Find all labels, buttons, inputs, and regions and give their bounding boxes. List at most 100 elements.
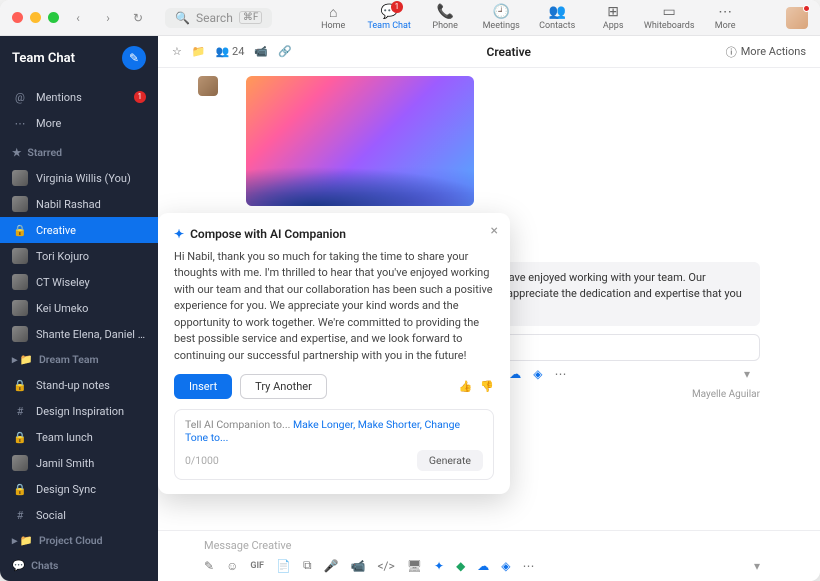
cloud-icon[interactable]: ☁ (509, 367, 521, 381)
author-avatar (198, 76, 218, 96)
more-icon[interactable]: ⋯ (523, 559, 535, 573)
avatar-icon (12, 196, 28, 212)
image-attachment[interactable] (246, 76, 474, 206)
tab-apps[interactable]: ⊞Apps (585, 4, 641, 31)
thumbs-up-icon[interactable]: 👍 (459, 380, 473, 393)
channel-title: Creative (302, 45, 716, 59)
section-chats[interactable]: 💬 Chats (0, 553, 158, 578)
popup-close[interactable]: × (491, 223, 498, 239)
format-icon[interactable]: ✎ (204, 559, 214, 573)
avatar-icon (12, 455, 28, 471)
sidebar-item-social[interactable]: #Social (0, 502, 158, 528)
sidebar-item-shante-elena-daniel-[interactable]: Shante Elena, Daniel Bow... (0, 321, 158, 347)
nav-forward[interactable]: › (97, 7, 119, 29)
folder-icon: ▸ 📁 (12, 534, 33, 547)
drive-icon[interactable]: ◆ (456, 559, 465, 573)
cloud-icon[interactable]: ☁ (477, 559, 489, 573)
thumbs-down-icon[interactable]: 👎 (480, 380, 494, 393)
avatar-icon (12, 248, 28, 264)
section-dreamteam[interactable]: ▸ 📁 Dream Team (0, 347, 158, 372)
tab-more[interactable]: ⋯More (697, 4, 753, 31)
tab-home[interactable]: ⌂Home (305, 4, 361, 31)
composer-input[interactable]: Message Creative (204, 535, 760, 556)
nav-back[interactable]: ‹ (67, 7, 89, 29)
more-icon[interactable]: ⋯ (555, 367, 567, 381)
app-icon[interactable]: ◈ (501, 559, 510, 573)
history-icon[interactable]: ↻ (127, 7, 149, 29)
sidebar-item-creative[interactable]: 🔒Creative (0, 217, 158, 243)
insert-button[interactable]: Insert (174, 374, 232, 399)
sidebar-item-design-sync[interactable]: 🔒Design Sync (0, 476, 158, 502)
tab-phone[interactable]: 📞Phone (417, 4, 473, 31)
sparkle-icon[interactable]: ✦ (434, 559, 444, 573)
star-icon[interactable]: ☆ (172, 45, 182, 58)
compose-button[interactable]: ✎ (122, 46, 146, 70)
lock-icon: 🔒 (12, 222, 28, 238)
info-icon: ⓘ (726, 44, 737, 60)
chat-icon: 💬 (12, 559, 25, 572)
ai-companion-popup: × ✦ Compose with AI Companion Hi Nabil, t… (158, 213, 510, 495)
sidebar-item-tori-kojuro[interactable]: Tori Kojuro (0, 243, 158, 269)
ai-generated-text: Hi Nabil, thank you so much for taking t… (174, 249, 494, 365)
emoji-icon[interactable]: ☺ (226, 559, 238, 573)
search-input[interactable]: 🔍 Search ⌘F (165, 8, 272, 28)
avatar-icon (12, 170, 28, 186)
sidebar-item-jamil-smith[interactable]: Jamil Smith (0, 450, 158, 476)
make-longer-button[interactable]: Make Longer, (293, 418, 355, 431)
video-icon[interactable]: 📹 (254, 45, 268, 58)
at-icon: @ (12, 89, 28, 105)
code-icon[interactable]: </> (377, 559, 394, 573)
section-projectcloud[interactable]: ▸ 📁 Project Cloud (0, 528, 158, 553)
hash-icon: # (12, 507, 28, 523)
sidebar-item-ct-wiseley[interactable]: CT Wiseley (0, 269, 158, 295)
tab-meetings[interactable]: 🕘Meetings (473, 4, 529, 31)
screen-icon[interactable]: 🖥 (407, 559, 422, 573)
window-minimize[interactable] (30, 12, 41, 23)
sidebar-title[interactable]: Team Chat (12, 51, 75, 66)
video-icon[interactable]: 📹 (350, 559, 365, 573)
sidebar-item-virginia-willis-you-[interactable]: Virginia Willis (You) (0, 165, 158, 191)
pin-icon[interactable]: 📁 (192, 45, 206, 58)
window-close[interactable] (12, 12, 23, 23)
tab-team-chat[interactable]: 💬Team Chat1 (361, 4, 417, 31)
sidebar-item-design-inspiration[interactable]: #Design Inspiration (0, 398, 158, 424)
search-icon: 🔍 (175, 11, 190, 25)
folder-icon: ▸ 📁 (12, 353, 33, 366)
sidebar-item-nabil-rashad[interactable]: Nabil Rashad (0, 191, 158, 217)
tab-whiteboards[interactable]: ▭Whiteboards (641, 4, 697, 31)
window-maximize[interactable] (48, 12, 59, 23)
sidebar-item-stand-up-notes[interactable]: 🔒Stand-up notes (0, 372, 158, 398)
star-icon: ★ (12, 146, 21, 159)
sidebar-item-kei-umeko[interactable]: Kei Umeko (0, 295, 158, 321)
profile-avatar[interactable] (786, 7, 808, 29)
avatar-icon (12, 300, 28, 316)
screenshot-icon[interactable]: ⧉ (303, 558, 312, 573)
lock-icon: 🔒 (12, 429, 28, 445)
app-icon[interactable]: ◈ (533, 367, 542, 381)
sparkle-icon: ✦ (174, 227, 184, 241)
make-shorter-button[interactable]: Make Shorter, (358, 418, 422, 431)
sidebar-mentions[interactable]: @ Mentions 1 (0, 84, 158, 110)
filter-icon[interactable]: ▾ (754, 559, 760, 573)
gif-button[interactable]: GIF (250, 561, 264, 571)
filter-icon[interactable]: ▾ (744, 367, 750, 381)
more-icon: ⋯ (12, 115, 28, 131)
avatar-icon (12, 326, 28, 342)
audio-icon[interactable]: 🎤 (324, 559, 339, 573)
generate-button[interactable]: Generate (417, 450, 483, 471)
tab-contacts[interactable]: 👥Contacts (529, 4, 585, 31)
popup-title: Compose with AI Companion (190, 227, 346, 241)
sidebar-item-team-lunch[interactable]: 🔒Team lunch (0, 424, 158, 450)
file-icon[interactable]: 📄 (276, 559, 291, 573)
more-actions-button[interactable]: ⓘ More Actions (726, 44, 806, 60)
section-starred[interactable]: ★ Starred (0, 140, 158, 165)
search-placeholder: Search (196, 11, 233, 25)
sidebar-more[interactable]: ⋯ More (0, 110, 158, 136)
members-icon[interactable]: 👥 24 (216, 45, 245, 58)
try-another-button[interactable]: Try Another (240, 374, 327, 399)
lock-icon: 🔒 (12, 377, 28, 393)
char-count: 0/1000 (185, 454, 219, 467)
mentions-badge: 1 (134, 91, 147, 103)
ai-prompt-label: Tell AI Companion to... (185, 418, 290, 431)
link-icon[interactable]: 🔗 (278, 45, 292, 58)
